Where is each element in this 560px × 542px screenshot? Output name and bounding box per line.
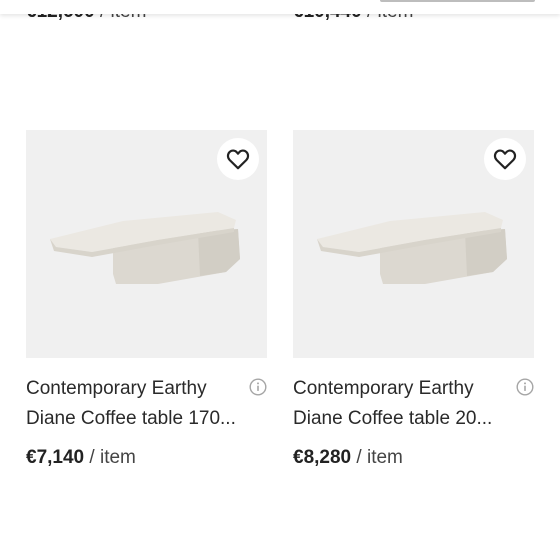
- product-image[interactable]: [26, 130, 267, 358]
- price-value: €7,140: [26, 447, 85, 468]
- product-title-line: Contemporary Earthy: [293, 378, 474, 399]
- product-card[interactable]: Contemporary Earthy Diane Coffee table 2…: [293, 130, 534, 470]
- product-title-line: Diane Coffee table 170...: [26, 408, 236, 429]
- info-circle-icon[interactable]: [249, 378, 267, 396]
- product-title-line: Contemporary Earthy: [26, 378, 207, 399]
- coffee-table-image: [317, 212, 507, 284]
- wishlist-button[interactable]: [484, 138, 526, 180]
- top-bar: [0, 0, 560, 14]
- product-info: Contemporary Earthy Diane Coffee table 2…: [293, 374, 534, 434]
- product-price: €8,280 / item: [293, 446, 534, 470]
- price-separator: /: [351, 447, 367, 468]
- heart-outline-icon: [226, 149, 250, 170]
- product-info: Contemporary Earthy Diane Coffee table 1…: [26, 374, 267, 434]
- price-separator: /: [84, 447, 100, 468]
- info-circle-icon[interactable]: [516, 378, 534, 396]
- product-title-line: Diane Coffee table 20...: [293, 408, 493, 429]
- wishlist-button[interactable]: [217, 138, 259, 180]
- coffee-table-image: [50, 212, 240, 284]
- product-price: €7,140 / item: [26, 446, 267, 470]
- price-unit: item: [366, 447, 403, 468]
- product-image[interactable]: [293, 130, 534, 358]
- product-title[interactable]: Contemporary Earthy Diane Coffee table 1…: [26, 374, 241, 434]
- product-card[interactable]: Contemporary Earthy Diane Coffee table 1…: [26, 130, 267, 470]
- product-title[interactable]: Contemporary Earthy Diane Coffee table 2…: [293, 374, 508, 434]
- price-unit: item: [99, 447, 136, 468]
- top-bar-accent: [380, 0, 535, 2]
- price-value: €8,280: [293, 447, 352, 468]
- heart-outline-icon: [493, 149, 517, 170]
